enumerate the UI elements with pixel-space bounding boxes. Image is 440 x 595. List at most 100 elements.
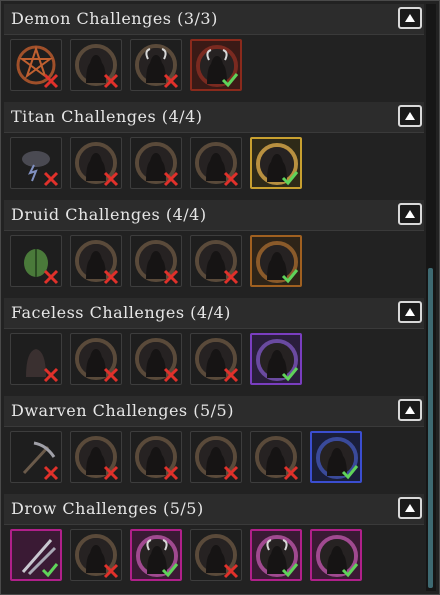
cross-icon: [43, 171, 59, 187]
challenge-tile-incomplete[interactable]: [130, 431, 182, 483]
cross-icon: [103, 465, 119, 481]
challenge-tile-incomplete[interactable]: [70, 137, 122, 189]
challenge-tile-incomplete[interactable]: [190, 333, 242, 385]
challenge-tile-incomplete[interactable]: [190, 529, 242, 581]
challenge-tile-complete[interactable]: [250, 333, 302, 385]
challenge-tile-complete[interactable]: [130, 529, 182, 581]
collapse-button[interactable]: [398, 105, 422, 127]
section-title: Dwarven Challenges (5/5): [11, 401, 234, 420]
section-header: Dwarven Challenges (5/5): [4, 396, 424, 427]
section-header: Faceless Challenges (4/4): [4, 298, 424, 329]
challenge-row: [10, 137, 310, 191]
challenge-tile-incomplete[interactable]: [70, 333, 122, 385]
section-dwarven-challenges: Dwarven Challenges (5/5): [4, 396, 424, 494]
challenge-row: [10, 431, 370, 485]
section-title: Titan Challenges (4/4): [11, 107, 203, 126]
checkmark-icon: [41, 563, 59, 578]
section-druid-challenges: Druid Challenges (4/4): [4, 200, 424, 298]
cross-icon: [163, 73, 179, 89]
cross-icon: [103, 269, 119, 285]
challenge-tile-incomplete[interactable]: [190, 137, 242, 189]
collapse-button[interactable]: [398, 497, 422, 519]
collapse-button[interactable]: [398, 399, 422, 421]
section-header: Drow Challenges (5/5): [4, 494, 424, 525]
challenge-tile-incomplete[interactable]: [130, 39, 182, 91]
challenge-tile-incomplete[interactable]: [190, 431, 242, 483]
cross-icon: [43, 367, 59, 383]
challenge-row: [10, 235, 310, 289]
checkmark-icon: [281, 367, 299, 382]
challenge-tile-complete[interactable]: [190, 39, 242, 91]
checkmark-icon: [281, 171, 299, 186]
challenge-tile-incomplete[interactable]: [10, 39, 62, 91]
section-title: Drow Challenges (5/5): [11, 499, 204, 518]
chevron-up-icon: [405, 504, 415, 512]
section-demon-challenges: Demon Challenges (3/3): [4, 4, 424, 102]
chevron-up-icon: [405, 112, 415, 120]
checkmark-icon: [341, 563, 359, 578]
challenge-tile-incomplete[interactable]: [70, 431, 122, 483]
section-title: Demon Challenges (3/3): [11, 9, 218, 28]
cross-icon: [223, 563, 239, 579]
challenge-tile-complete[interactable]: [310, 529, 362, 581]
section-title: Druid Challenges (4/4): [11, 205, 207, 224]
scrollbar-thumb[interactable]: [428, 268, 433, 588]
challenge-row: [10, 39, 250, 93]
challenge-tile-complete[interactable]: [250, 235, 302, 287]
chevron-up-icon: [405, 210, 415, 218]
challenge-tile-incomplete[interactable]: [130, 235, 182, 287]
section-header: Demon Challenges (3/3): [4, 4, 424, 35]
challenge-tile-incomplete[interactable]: [130, 137, 182, 189]
collapse-button[interactable]: [398, 301, 422, 323]
challenge-tile-incomplete[interactable]: [250, 431, 302, 483]
section-header: Druid Challenges (4/4): [4, 200, 424, 231]
section-drow-challenges: Drow Challenges (5/5): [4, 494, 424, 592]
checkmark-icon: [341, 465, 359, 480]
cross-icon: [223, 465, 239, 481]
section-faceless-challenges: Faceless Challenges (4/4): [4, 298, 424, 396]
cross-icon: [223, 367, 239, 383]
checkmark-icon: [281, 269, 299, 284]
cross-icon: [103, 367, 119, 383]
cross-icon: [163, 367, 179, 383]
challenge-tile-incomplete[interactable]: [10, 137, 62, 189]
challenge-tile-incomplete[interactable]: [10, 333, 62, 385]
challenge-tile-complete[interactable]: [310, 431, 362, 483]
checkmark-icon: [161, 563, 179, 578]
section-title: Faceless Challenges (4/4): [11, 303, 231, 322]
challenge-tile-complete[interactable]: [250, 137, 302, 189]
challenge-tile-incomplete[interactable]: [190, 235, 242, 287]
collapse-button[interactable]: [398, 7, 422, 29]
cross-icon: [163, 465, 179, 481]
cross-icon: [163, 269, 179, 285]
collapse-button[interactable]: [398, 203, 422, 225]
cross-icon: [103, 171, 119, 187]
cross-icon: [223, 269, 239, 285]
challenge-tile-incomplete[interactable]: [70, 39, 122, 91]
cross-icon: [43, 269, 59, 285]
section-header: Titan Challenges (4/4): [4, 102, 424, 133]
chevron-up-icon: [405, 406, 415, 414]
challenge-row: [10, 333, 310, 387]
challenges-list: Demon Challenges (3/3) Titan Challenges (…: [4, 4, 424, 591]
challenge-tile-incomplete[interactable]: [70, 529, 122, 581]
cross-icon: [283, 465, 299, 481]
challenge-tile-incomplete[interactable]: [130, 333, 182, 385]
challenge-tile-incomplete[interactable]: [70, 235, 122, 287]
scrollbar-track[interactable]: [426, 4, 436, 591]
checkmark-icon: [221, 73, 239, 88]
cross-icon: [223, 171, 239, 187]
cross-icon: [103, 73, 119, 89]
challenge-tile-incomplete[interactable]: [10, 431, 62, 483]
cross-icon: [43, 73, 59, 89]
challenge-tile-complete[interactable]: [250, 529, 302, 581]
challenges-panel: Demon Challenges (3/3) Titan Challenges (…: [0, 0, 440, 595]
cross-icon: [43, 465, 59, 481]
checkmark-icon: [281, 563, 299, 578]
chevron-up-icon: [405, 308, 415, 316]
challenge-tile-incomplete[interactable]: [10, 235, 62, 287]
chevron-up-icon: [405, 14, 415, 22]
section-titan-challenges: Titan Challenges (4/4): [4, 102, 424, 200]
challenge-tile-complete[interactable]: [10, 529, 62, 581]
cross-icon: [103, 563, 119, 579]
